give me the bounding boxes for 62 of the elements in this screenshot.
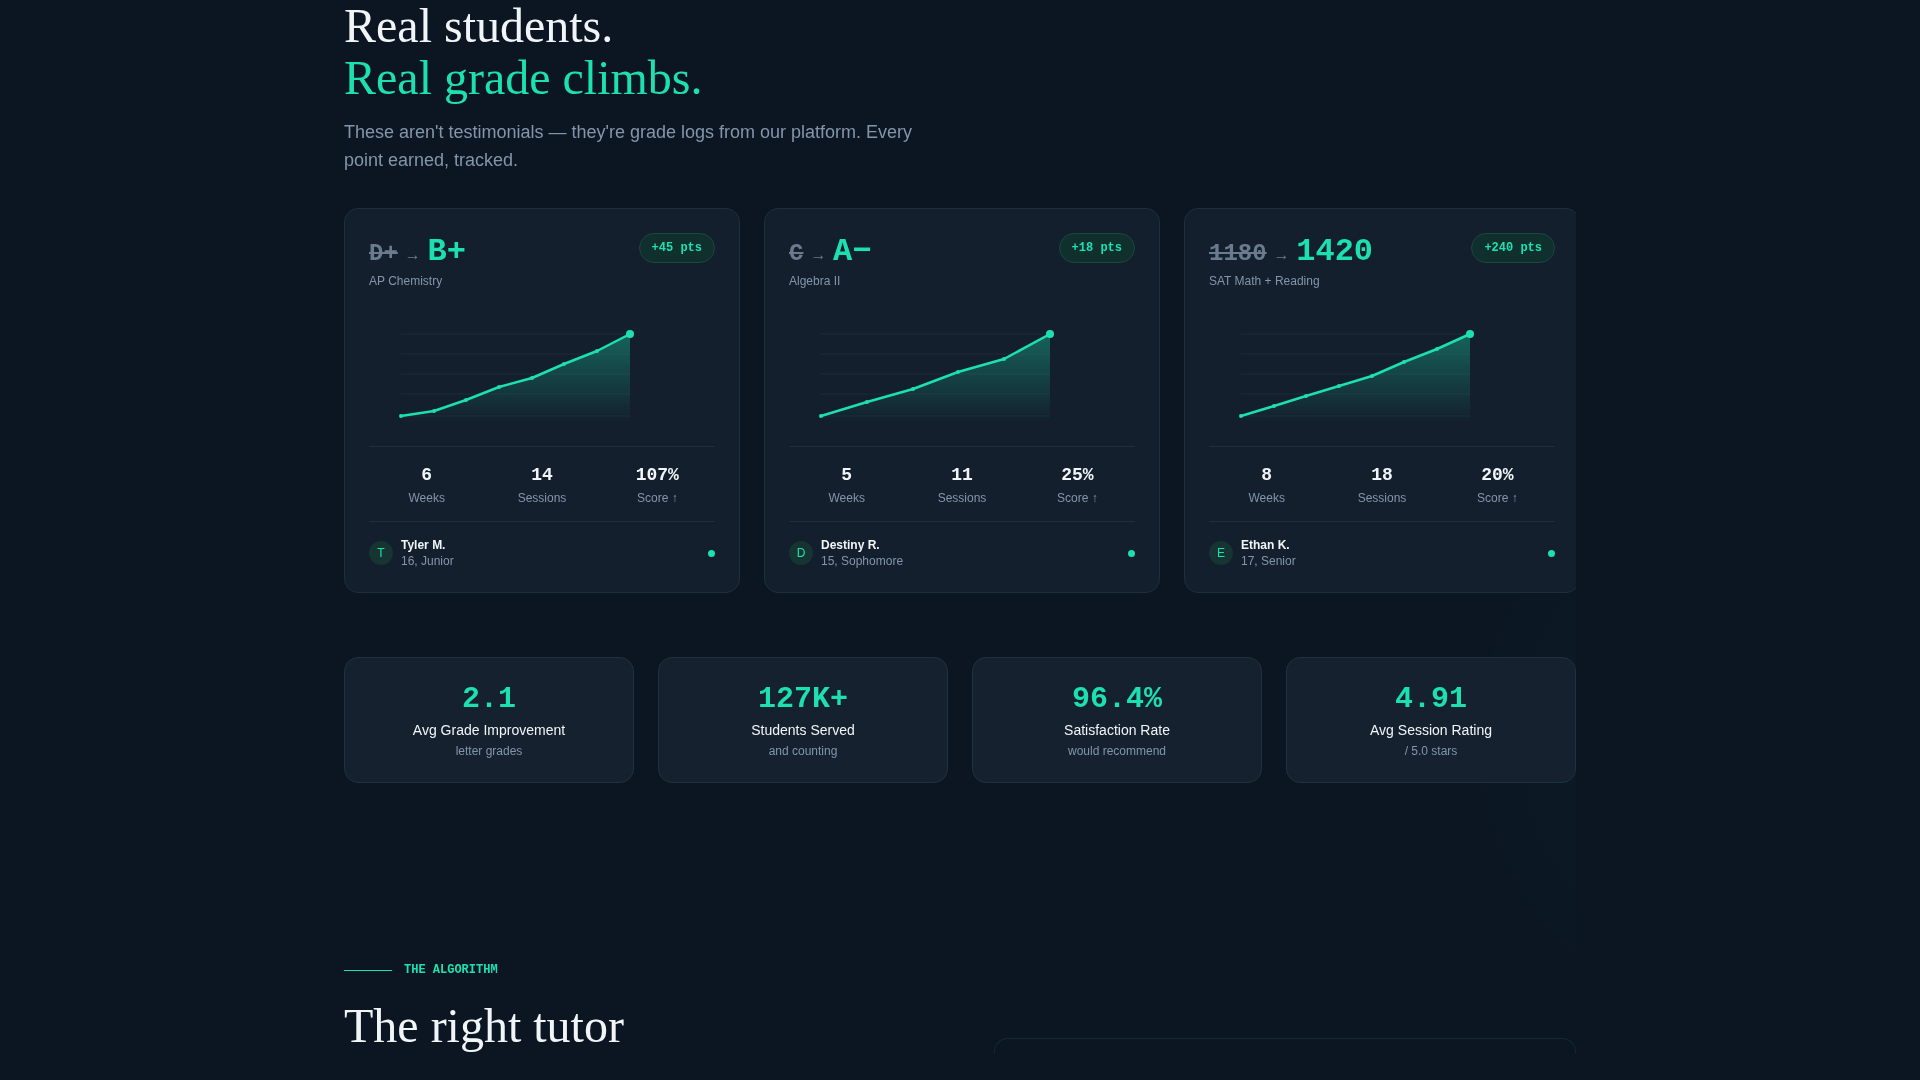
arrow-text: →	[407, 247, 418, 265]
points-badge: +45 pts	[638, 233, 715, 263]
previous-grade: 1180	[1209, 240, 1267, 267]
metric-note: letter grades	[455, 744, 523, 758]
avatar-initial: E	[1209, 541, 1233, 565]
intro-text: These aren't testimonials — they're grade logs from our platform. Every point earned, tracked.	[344, 121, 914, 172]
student-detail: 17, Senior	[1241, 554, 1297, 568]
new-grade: A−	[833, 233, 872, 270]
stat-label: Weeks	[828, 491, 865, 505]
section-heading: Real students.	[344, 0, 615, 52]
student-detail: 16, Junior	[401, 554, 455, 568]
points-badge: +240 pts	[1471, 233, 1555, 263]
subject-label: AP Chemistry	[369, 274, 444, 288]
metric-note: and counting	[768, 744, 838, 758]
subject-label: SAT Math + Reading	[1209, 274, 1321, 288]
stat-value: 6	[421, 465, 433, 485]
stat-label: Sessions	[937, 491, 987, 505]
stat-label: Score ↑	[637, 491, 678, 505]
metric-note: would recommend	[1067, 744, 1166, 758]
metric-note: / 5.0 stars	[1404, 744, 1458, 758]
metric-value: 127K+	[758, 682, 848, 716]
student-name: Tyler M.	[401, 538, 447, 552]
section-eyebrow: THE ALGORITHM	[404, 963, 498, 977]
stat-value: 25%	[1061, 465, 1094, 485]
stat-value: 5	[841, 465, 853, 485]
status-dot	[708, 549, 715, 557]
status-dot	[1548, 549, 1555, 557]
stat-label: Sessions	[1357, 491, 1407, 505]
student-detail: 15, Sophomore	[821, 554, 905, 568]
stat-label: Weeks	[1248, 491, 1285, 505]
student-name: Ethan K.	[1241, 538, 1291, 552]
stat-label: Score ↑	[1477, 491, 1518, 505]
metric-value: 96.4%	[1072, 682, 1162, 716]
avatar-initial: T	[369, 541, 393, 565]
previous-grade: D+	[369, 240, 398, 267]
stat-value: 11	[951, 465, 973, 485]
stat-value: 18	[1371, 465, 1393, 485]
points-badge: +18 pts	[1058, 233, 1135, 263]
metric-label: Avg Session Rating	[1370, 722, 1492, 738]
stat-value: 107%	[635, 465, 679, 485]
metric-label: Students Served	[751, 722, 855, 738]
avatar-initial: D	[789, 541, 813, 565]
subject-label: Algebra II	[789, 274, 842, 288]
student-name: Destiny R.	[821, 538, 881, 552]
stat-value: 20%	[1481, 465, 1514, 485]
metric-label: Satisfaction Rate	[1064, 722, 1170, 738]
stat-label: Sessions	[517, 491, 567, 505]
metric-value: 2.1	[462, 682, 516, 716]
arrow-text: →	[1276, 247, 1287, 265]
new-grade: B+	[427, 233, 466, 270]
section-heading-accent: Real grade climbs.	[344, 52, 704, 104]
stat-label: Score ↑	[1057, 491, 1098, 505]
previous-grade: C	[789, 240, 804, 267]
section-heading: The right tutor	[344, 999, 624, 1053]
arrow-text: →	[813, 247, 823, 265]
new-grade: 1420	[1296, 233, 1374, 270]
stat-value: 14	[531, 465, 553, 485]
metric-label: Avg Grade Improvement	[412, 722, 566, 738]
stat-label: Weeks	[408, 491, 445, 505]
status-dot	[1128, 549, 1135, 557]
stat-value: 8	[1261, 465, 1273, 485]
metric-value: 4.91	[1395, 682, 1467, 716]
